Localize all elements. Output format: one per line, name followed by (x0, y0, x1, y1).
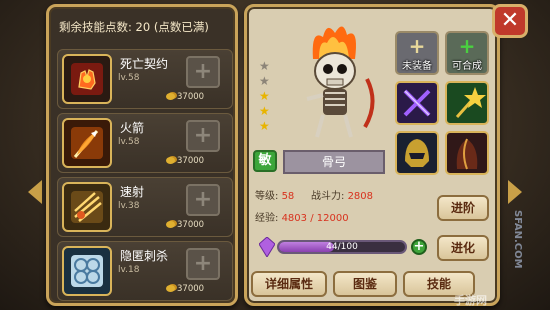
skill-level: lv.18 (118, 265, 140, 275)
skill-level: lv.58 (118, 137, 140, 147)
close-button[interactable]: ✕ (492, 4, 528, 38)
shard-progress-text: 44/100 (326, 242, 358, 252)
star-empty-icon: ★ (259, 74, 270, 88)
skill-cost: 37000 (166, 156, 204, 166)
plus-icon: + (193, 123, 213, 148)
skill-points-value: 20 (135, 20, 151, 34)
gold-coin-icon (166, 93, 175, 100)
death-pact-icon (62, 54, 112, 104)
rapid-shot-icon (62, 182, 112, 232)
shard-progress-bar: 44/100 (277, 240, 407, 254)
skill-row[interactable]: 速射 lv.38 37000 + (57, 177, 233, 237)
equipment-status-label: 未装备 (402, 61, 432, 72)
star-filled-icon: ★ (259, 104, 270, 118)
equipment-slot-craftable[interactable]: + 可合成 (445, 31, 489, 75)
upgrade-skill-button[interactable]: + (186, 248, 220, 280)
gold-coin-icon (166, 285, 175, 292)
skill-name: 死亡契约 (120, 57, 169, 71)
plus-icon: + (408, 34, 426, 58)
skill-row[interactable]: 死亡契约 lv.58 37000 + (57, 49, 233, 109)
skill-cost-value: 37000 (177, 156, 205, 166)
upgrade-skill-button[interactable]: + (186, 56, 220, 88)
advance-button[interactable]: 进阶 (437, 195, 489, 221)
plus-icon: + (193, 59, 213, 84)
stealth-strike-icon (62, 246, 112, 296)
codex-button[interactable]: 图鉴 (333, 271, 397, 297)
skill-name: 隐匿刺杀 (120, 249, 169, 263)
skill-row[interactable]: 火箭 lv.58 37000 + (57, 113, 233, 173)
star-rating: ★ ★ ★ ★ ★ (259, 59, 273, 134)
plus-icon: + (193, 187, 213, 212)
skill-points-header: 剩余技能点数: 20 (点数已满) (59, 19, 209, 35)
skill-cost-value: 37000 (177, 220, 205, 230)
next-hero-arrow[interactable] (508, 180, 522, 204)
equipment-status-label: 可合成 (452, 61, 482, 72)
crossed-blades-icon (403, 89, 431, 117)
skill-name: 速射 (120, 185, 145, 199)
plus-icon: + (193, 251, 213, 276)
skill-cost-value: 37000 (177, 284, 205, 294)
cloak-icon (456, 138, 478, 170)
star-filled-icon: ★ (259, 119, 270, 133)
skills-panel: 剩余技能点数: 20 (点数已满) 死亡契约 lv.58 37000 + 火箭 … (46, 4, 238, 306)
previous-hero-arrow[interactable] (28, 180, 42, 204)
equipment-slot-cloak[interactable] (445, 131, 489, 175)
exp-label: 经验: (255, 213, 279, 224)
skill-row[interactable]: 隐匿刺杀 lv.18 37000 + (57, 241, 233, 301)
skill-level: lv.38 (118, 201, 140, 211)
skill-level: lv.58 (118, 73, 140, 83)
hero-name: 骨弓 (283, 150, 385, 174)
level-value: 58 (281, 191, 295, 202)
equipment-slot-empty[interactable]: + 未装备 (395, 31, 439, 75)
skill-name: 火箭 (120, 121, 145, 135)
power-value: 2808 (347, 191, 374, 202)
upgrade-skill-button[interactable]: + (186, 184, 220, 216)
skill-cost: 37000 (166, 92, 204, 102)
skill-points-note: (点数已满) (153, 20, 209, 34)
power-stat: 战斗力: 2808 (311, 187, 373, 202)
exp-value: 4803 / 12000 (281, 213, 349, 224)
gold-coin-icon (166, 157, 175, 164)
skill-cost: 37000 (166, 284, 204, 294)
class-badge: 敏 (253, 150, 277, 172)
equipment-slot-helmet[interactable] (395, 131, 439, 175)
fire-arrow-icon (62, 118, 112, 168)
star-empty-icon: ★ (259, 59, 270, 73)
star-filled-icon: ★ (259, 89, 270, 103)
level-stat: 等级: 58 (255, 187, 294, 202)
watermark-secondary: 手游网 (454, 294, 487, 307)
hero-portrait (283, 19, 383, 149)
helmet-icon (405, 139, 429, 167)
close-icon: ✕ (500, 8, 520, 33)
watermark: SFAN.COM (512, 210, 523, 269)
upgrade-skill-button[interactable]: + (186, 120, 220, 152)
skill-cost: 37000 (166, 220, 204, 230)
add-shards-button[interactable]: + (411, 239, 427, 255)
power-label: 战斗力: (311, 191, 345, 202)
equipment-slot-wand[interactable] (445, 81, 489, 125)
golden-star-wand-icon (455, 87, 486, 118)
skill-cost-value: 37000 (177, 92, 205, 102)
hero-info-panel: ★ ★ ★ ★ ★ + 未装备 + 可合成 敏 骨弓 等级: 58 战斗力: 2… (244, 4, 500, 306)
soul-gem-icon (259, 237, 275, 257)
gold-coin-icon (166, 221, 175, 228)
evolve-button[interactable]: 进化 (437, 235, 489, 261)
exp-stat: 经验: 4803 / 12000 (255, 209, 349, 224)
details-button[interactable]: 详细属性 (251, 271, 327, 297)
plus-icon: + (458, 34, 476, 58)
equipment-slot-weapon[interactable] (395, 81, 439, 125)
skill-points-label: 剩余技能点数: (59, 20, 132, 34)
level-label: 等级: (255, 191, 279, 202)
